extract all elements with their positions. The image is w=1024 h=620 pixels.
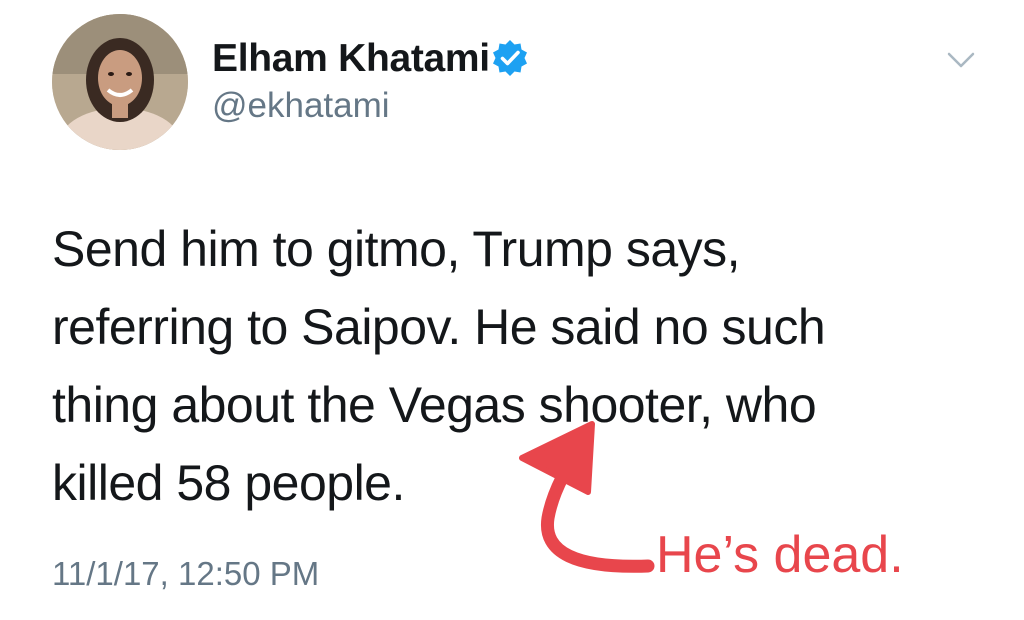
annotation-label: He’s dead. — [656, 526, 904, 584]
curved-arrow-icon — [519, 421, 655, 573]
chevron-down-icon[interactable] — [946, 48, 976, 72]
avatar[interactable] — [52, 14, 188, 150]
author-handle[interactable]: @ekhatami — [212, 86, 390, 126]
tweet-card: Elham Khatami @ekhatami Send him to gitm… — [0, 0, 1024, 620]
author-name[interactable]: Elham Khatami — [212, 37, 490, 81]
profile-photo — [52, 14, 188, 150]
tweet-text-line: Send him to gitmo, Trump says, — [52, 221, 741, 277]
verified-badge-icon — [493, 40, 527, 76]
tweet-text-line: referring to Saipov. He said no such — [52, 299, 826, 355]
tweet-timestamp[interactable]: 11/1/17, 12:50 PM — [52, 555, 319, 593]
